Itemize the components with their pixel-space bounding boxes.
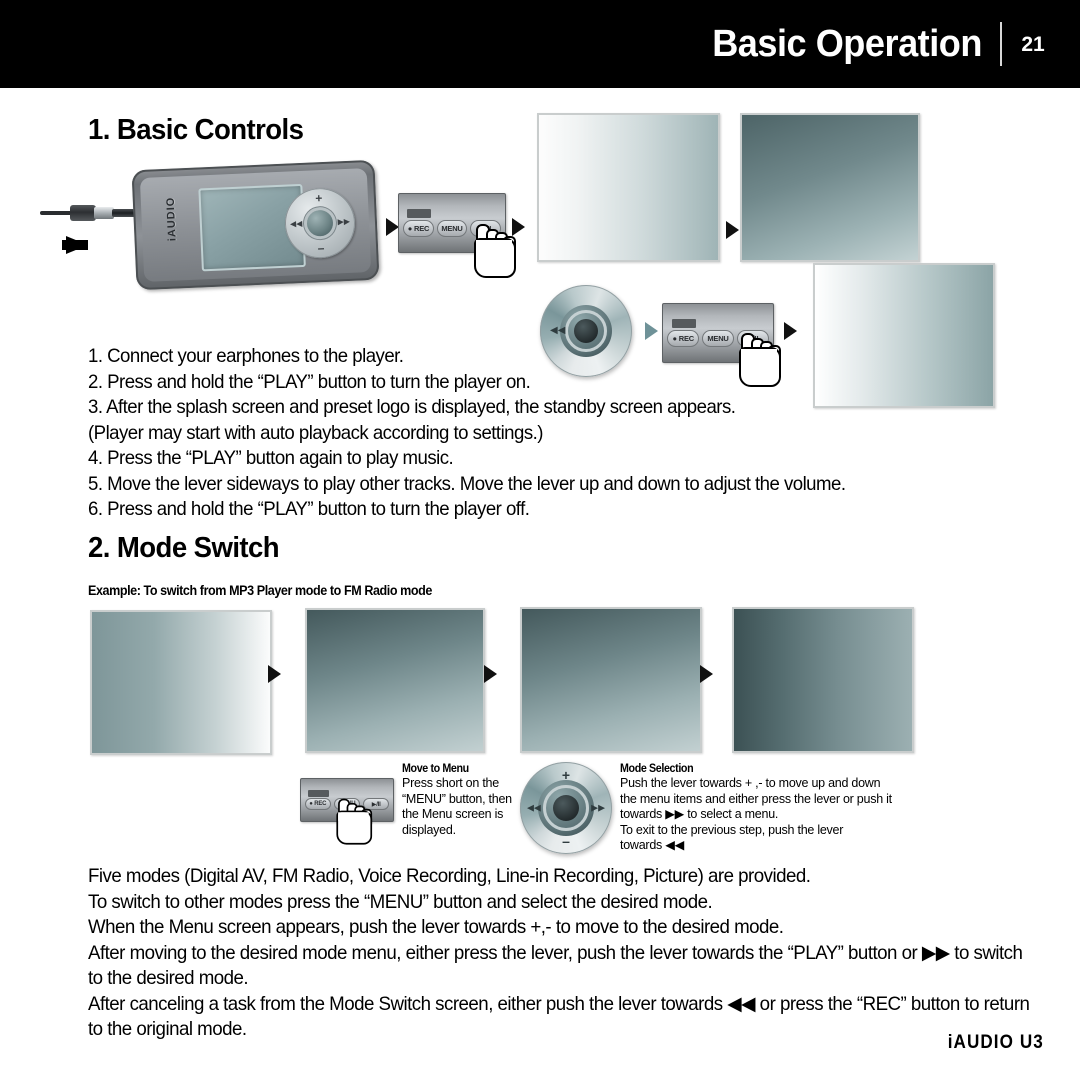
page-title: Basic Operation [712,23,982,65]
header-divider [1000,22,1002,66]
mode-switch-example-label: Example: To switch from MP3 Player mode … [88,583,432,598]
screenshot-splash [537,113,720,262]
plug-grip [70,205,96,221]
callout-line: towards ◀◀ [620,838,684,852]
player-device-illustration: iAUDIO + – ◀◀ ▶▶ [36,159,386,291]
screenshot-logo [740,113,920,262]
pointing-hand-icon-bottom [333,797,373,845]
step-line: 2. Press and hold the “PLAY” button to t… [88,370,531,393]
nav-pad-minus-label: – [317,241,325,256]
flow-arrow-icon [700,665,713,683]
paragraph-line: Five modes (Digital AV, FM Radio, Voice … [88,865,811,887]
step-line: 6. Press and hold the “PLAY” button to t… [88,498,530,520]
earphone-plug-icon [40,203,138,223]
screenshot-menu [305,608,485,753]
paragraph-line: to the desired mode. [88,967,249,989]
step-line: 5. Move the lever sideways to play other… [88,472,846,495]
paragraph-line: To switch to other modes press the “MENU… [88,890,713,913]
flow-arrow-icon [512,218,525,236]
footer-product-label: iAUDIO U3 [947,1032,1044,1053]
step-line: 1. Connect your earphones to the player. [88,345,404,367]
hand-knuckle-cover [476,240,512,250]
strip-tab-bottom [308,789,329,797]
step-line: 4. Press the “PLAY” button again to play… [88,447,454,469]
jog-center-dot[interactable] [553,795,579,821]
jog-prev-icon: ◀◀ [550,325,566,336]
rec-button[interactable]: ● REC [403,220,434,238]
screenshot-fm-radio [732,607,914,753]
player-body: iAUDIO + – ◀◀ ▶▶ [131,159,380,291]
insert-direction-arrow-icon [62,236,88,254]
basic-controls-steps: 1. Connect your earphones to the player.… [88,344,948,523]
paragraph-line: After moving to the desired mode menu, e… [88,941,1023,964]
flow-arrow-icon [784,322,797,340]
nav-pad-next-icon: ▶▶ [337,216,351,227]
hand-knuckle-cover [338,812,369,821]
callout-title: Move to Menu [402,763,469,775]
callout-line: towards ▶▶ to select a menu. [620,807,779,821]
jog-center-dot[interactable] [574,319,598,343]
paragraph-line: to the original mode. [88,1018,247,1040]
jog-prev-icon: ◀◀ [527,802,541,813]
callout-line: the menu items and either press the leve… [620,791,892,806]
header-inner: Basic Operation 21 [698,0,1046,88]
strip-tab-mid [671,319,696,329]
jog-plus-label: + [561,767,571,783]
jog-minus-label: – [562,833,570,849]
callout-mode-selection: Mode Selection Push the lever towards + … [620,763,892,854]
mode-switch-paragraph: Five modes (Digital AV, FM Radio, Voice … [88,864,1030,1043]
jog-dial-illustration-bottom[interactable]: + – ◀◀ ▶▶ [520,762,612,854]
section-heading-basic-controls: 1. Basic Controls [88,114,304,146]
callout-line: the Menu screen is [402,807,504,821]
callout-line: Press short on the [402,776,499,790]
callout-line: “MENU” button, then [402,791,512,806]
callout-title: Mode Selection [620,763,694,775]
paragraph-line: After canceling a task from the Mode Swi… [88,992,1030,1015]
step-line: 3. After the splash screen and preset lo… [88,396,736,418]
nav-pad-plus-label: + [315,191,323,206]
plug-barrel [94,207,114,219]
flow-arrow-icon [645,322,658,340]
callout-line: displayed. [402,822,456,837]
flow-arrow-icon [726,221,739,239]
page-number: 21 [1021,32,1045,56]
callout-move-to-menu: Move to Menu Press short on the “MENU” b… [402,763,512,838]
screenshot-mode-list [520,607,702,753]
earphone-cord [40,211,74,215]
menu-button[interactable]: MENU [436,220,468,238]
device-brand-label: iAUDIO [164,196,179,242]
nav-pad-prev-icon: ◀◀ [289,218,303,229]
page-header: Basic Operation 21 [0,0,1080,88]
step-line: (Player may start with auto playback acc… [88,421,543,444]
strip-tab-top [407,209,431,219]
player-faceplate: iAUDIO + – ◀◀ ▶▶ [139,168,372,282]
section-heading-mode-switch: 2. Mode Switch [88,532,280,564]
rec-button[interactable]: ● REC [304,797,331,811]
callout-line: To exit to the previous step, push the l… [620,822,844,837]
screenshot-mp3-player [90,610,272,755]
flow-arrow-icon [484,665,497,683]
jog-next-icon: ▶▶ [591,802,605,813]
pointing-hand-icon-top [470,222,516,278]
manual-page: Basic Operation 21 1. Basic Controls iAU… [0,0,1080,1080]
flow-arrow-icon [268,665,281,683]
paragraph-line: When the Menu screen appears, push the l… [88,916,784,938]
nav-pad-hub[interactable] [306,209,334,237]
callout-line: Push the lever towards + ,- to move up a… [620,776,881,790]
